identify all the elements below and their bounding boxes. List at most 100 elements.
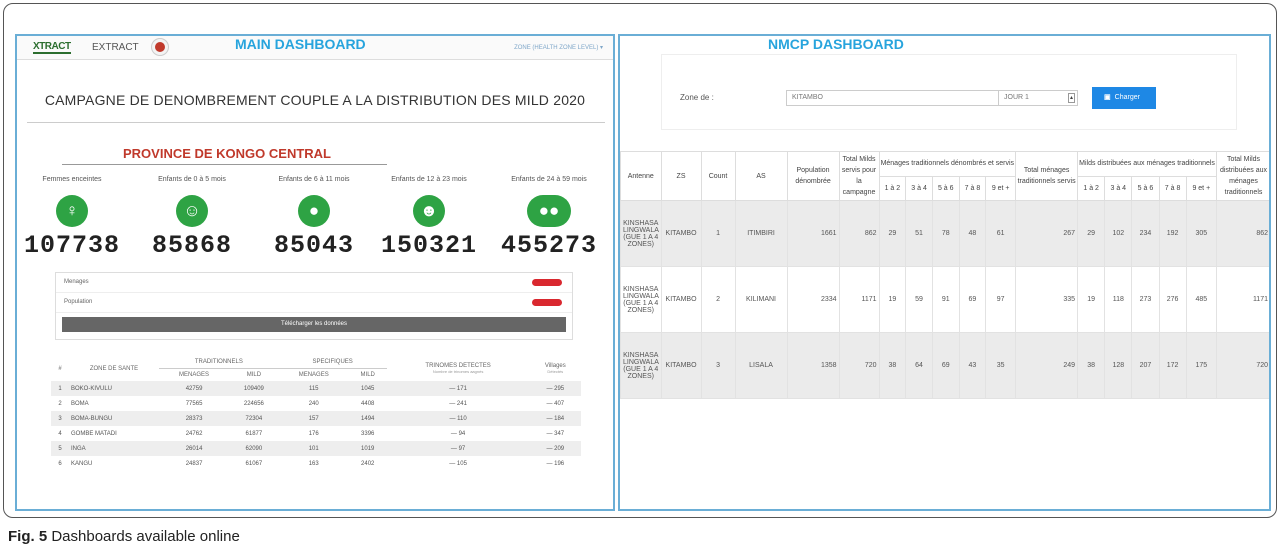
table-cell: 1494 bbox=[348, 411, 387, 426]
table-cell: 720 bbox=[1216, 332, 1269, 399]
table-cell: 43 bbox=[958, 332, 987, 399]
table-cell: 109409 bbox=[229, 381, 279, 396]
col-header: Population dénombrée bbox=[786, 151, 840, 201]
download-data-button[interactable]: Télécharger les données bbox=[62, 317, 566, 332]
table-row[interactable]: KINSHASA LINGWALA (GUE 1 A 4 ZONES) KITAM… bbox=[620, 266, 1269, 333]
caption-label: Fig. 5 bbox=[8, 528, 48, 545]
table-row[interactable]: 4 GOMBE MATADI 24762 61877 176 3396 — 94 — 347 bbox=[51, 426, 581, 441]
table-row[interactable]: 3 BOMA-BUNGU 28373 72304 157 1494— 110— 184 bbox=[51, 411, 581, 426]
table-row[interactable]: 5 INGA 26014 62090 101 1019— 97— 209 bbox=[51, 441, 581, 456]
table-cell: 91 bbox=[931, 266, 960, 333]
table-cell: KINSHASA LINGWALA (GUE 1 A 4 ZONES) bbox=[620, 200, 662, 267]
table-cell: 3 bbox=[51, 411, 69, 426]
table-row[interactable]: 6 KANGU 24837 61067 163 2402 — 105 — 196 bbox=[51, 456, 581, 471]
table-cell: — 295 bbox=[529, 381, 581, 396]
table-cell: 77565 bbox=[185, 400, 203, 407]
sub-header: 5 à 6 bbox=[1131, 175, 1160, 201]
zone-level-dropdown[interactable]: ZONE (HEALTH ZONE LEVEL) ▾ bbox=[514, 44, 603, 51]
table-cell: 305 bbox=[1185, 200, 1218, 267]
col-header: # bbox=[58, 365, 62, 372]
table-cell: — 171 bbox=[386, 381, 530, 396]
nmcp-distribution-table: Antenne ZS Count AS Population dénombrée… bbox=[620, 151, 1269, 399]
group-header: SPECIFIQUES bbox=[278, 356, 387, 369]
table-cell: 38 bbox=[1077, 332, 1106, 399]
table-cell: 19 bbox=[878, 266, 907, 333]
table-cell: 51 bbox=[905, 200, 933, 267]
status-badge bbox=[532, 299, 562, 306]
table-row[interactable]: KINSHASA LINGWALA (GUE 1 A 4 ZONES) KITAM… bbox=[620, 200, 1269, 267]
table-cell: 62090 bbox=[229, 441, 279, 456]
table-cell: 69 bbox=[931, 332, 960, 399]
table-cell: LISALA bbox=[734, 332, 788, 399]
col-header: MILD bbox=[360, 372, 375, 378]
table-cell: — 97 bbox=[386, 441, 530, 456]
table-cell: 192 bbox=[1158, 200, 1187, 267]
table-row[interactable]: 2 BOMA 77565 224656 240 4408 — 241 — 407 bbox=[51, 396, 581, 411]
table-row[interactable]: KINSHASA LINGWALA (GUE 1 A 4 ZONES) KITAM… bbox=[620, 332, 1269, 399]
table-cell: 29 bbox=[1077, 200, 1106, 267]
table-cell: 1019 bbox=[348, 441, 387, 456]
table-cell: KITAMBO bbox=[660, 200, 702, 267]
table-cell: 862 bbox=[1216, 200, 1269, 267]
xtract-logo[interactable]: XTRACT bbox=[33, 41, 71, 54]
stat-label: Enfants de 12 à 23 mois bbox=[391, 176, 467, 183]
table-cell: 1 bbox=[700, 200, 736, 267]
table-cell: 42759 bbox=[159, 381, 230, 396]
brand-label[interactable]: EXTRACT bbox=[92, 42, 139, 53]
table-cell: 335 bbox=[1015, 266, 1079, 333]
table-cell: 267 bbox=[1015, 200, 1079, 267]
table-cell: 273 bbox=[1131, 266, 1160, 333]
table-cell: 4 bbox=[58, 430, 62, 437]
day-select[interactable]: JOUR 1 ▴ bbox=[998, 90, 1078, 106]
sub-header: 9 et + bbox=[985, 175, 1017, 201]
table-cell: 78 bbox=[931, 200, 960, 267]
table-cell: 118 bbox=[1104, 266, 1133, 333]
table-cell: 1661 bbox=[786, 200, 840, 267]
table-cell: KITAMBO bbox=[660, 332, 702, 399]
table-cell: 163 bbox=[308, 460, 319, 467]
table-cell: 3 bbox=[700, 332, 736, 399]
sub-header: 7 à 8 bbox=[958, 175, 987, 201]
nmcp-dashboard-title: NMCP DASHBOARD bbox=[768, 36, 904, 52]
stat-children-0-5: Enfants de 0 à 5 mois ☺ 85868 bbox=[132, 176, 252, 260]
top-navbar: XTRACT EXTRACT MAIN DASHBOARD ZONE (HEAL… bbox=[17, 36, 613, 60]
caption-text: Dashboards available online bbox=[47, 528, 240, 545]
table-cell: 69 bbox=[958, 266, 987, 333]
col-header: Total Milds servis pour la campagne bbox=[838, 151, 880, 201]
table-cell: 3396 bbox=[361, 430, 375, 437]
table-cell: — 184 bbox=[529, 411, 581, 426]
table-cell: KANGU bbox=[71, 460, 93, 467]
table-cell: 24837 bbox=[185, 460, 203, 467]
table-cell: 48 bbox=[958, 200, 987, 267]
table-cell: — 105 bbox=[449, 460, 467, 467]
table-row[interactable]: 1 BOKO-KIVULU 42759 109409 115 1045— 171— 295 bbox=[51, 381, 581, 396]
figure-caption: Fig. 5 Dashboards available online bbox=[8, 528, 240, 545]
table-cell: — 347 bbox=[546, 430, 565, 437]
table-cell: 64 bbox=[905, 332, 933, 399]
row-label: Population bbox=[64, 299, 93, 305]
table-cell: 102 bbox=[1104, 200, 1133, 267]
table-cell: 2334 bbox=[786, 266, 840, 333]
zone-select[interactable]: KITAMBO ▴ bbox=[786, 90, 1010, 106]
col-header: MILD bbox=[246, 372, 262, 378]
stat-label: Femmes enceintes bbox=[42, 176, 102, 183]
group-header: Ménages traditionnels dénombrés et servi… bbox=[878, 151, 1017, 177]
download-box: Menages Population Télécharger les donné… bbox=[55, 272, 573, 340]
table-cell: — 94 bbox=[450, 430, 466, 437]
stat-label: Enfants de 0 à 5 mois bbox=[158, 176, 226, 183]
sub-header: 1 à 2 bbox=[1077, 175, 1106, 201]
health-zones-table: # ZONE DE SANTE TRADITIONNELS SPECIFIQUE… bbox=[51, 356, 581, 471]
row-label: Menages bbox=[64, 279, 89, 285]
toddler-icon: ☻ bbox=[413, 195, 445, 227]
stat-value: 85868 bbox=[151, 231, 232, 260]
table-cell: 1045 bbox=[348, 381, 387, 396]
load-button[interactable]: ▣ Charger bbox=[1092, 87, 1156, 109]
stat-children-6-11: Enfants de 6 à 11 mois ● 85043 bbox=[254, 176, 374, 260]
col-header: Total Milds distribuées aux ménages trad… bbox=[1216, 151, 1269, 201]
table-cell: 35 bbox=[985, 332, 1017, 399]
col-header: MENAGES bbox=[179, 372, 210, 378]
table-cell: 224656 bbox=[243, 400, 264, 407]
campaign-title: CAMPAGNE DE DENOMBREMENT COUPLE A LA DIS… bbox=[44, 92, 586, 108]
table-cell: 2402 bbox=[361, 460, 375, 467]
group-header: Milds distribuées aux ménages traditionn… bbox=[1077, 151, 1217, 177]
